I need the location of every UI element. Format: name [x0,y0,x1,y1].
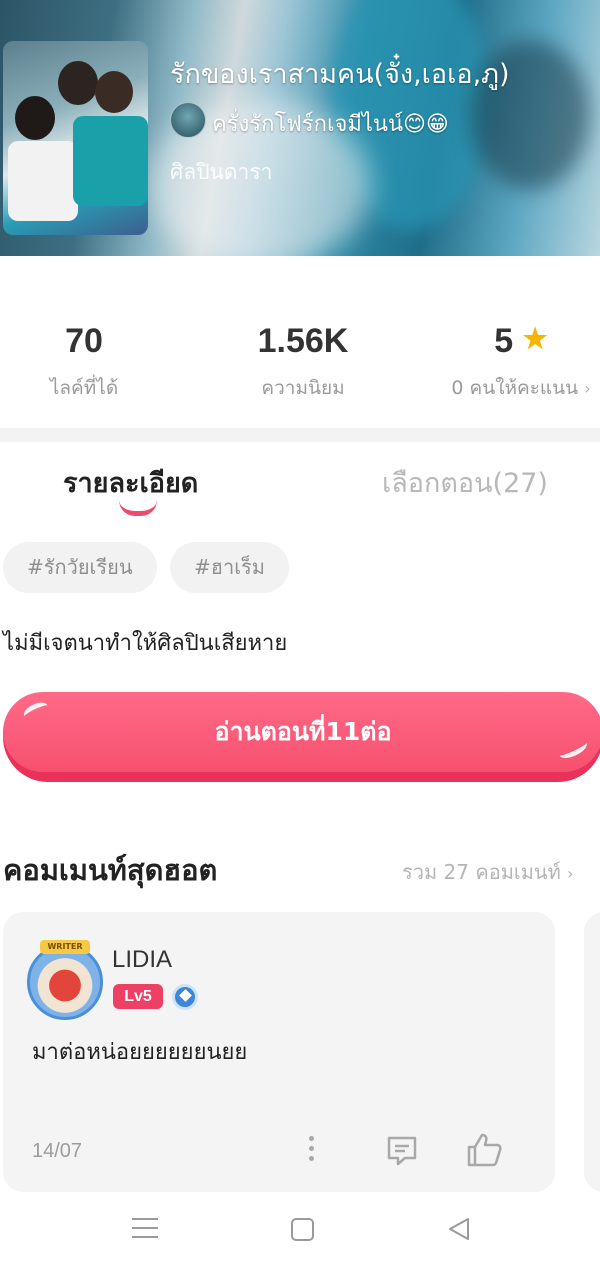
recent-apps-icon[interactable] [132,1218,158,1240]
rating-value: 5 [494,322,514,360]
likes-value: 70 [65,322,103,360]
comments-total: รวม 27 คอมเมนท์ [402,860,561,884]
next-comment-card[interactable] [584,912,600,1192]
story-title: รักของเราสามคน(จั๋ง,เอเอ,ภู) [170,59,510,90]
comment-text: มาต่อหน่อยยยยยยนยย [32,1040,248,1065]
reply-icon[interactable] [385,1134,419,1168]
author-name[interactable]: ครั่งรักโฟร์กเจมีไนน์😊😁 [212,106,449,141]
tag-chip[interactable]: #ฮาเร็ม [170,542,289,593]
popularity-stat: 1.56K ความนิยม [222,322,384,403]
author-avatar[interactable] [170,102,206,138]
writer-badge: WRITER [40,940,90,954]
story-stats: 70 ไลค์ที่ได้ 1.56K ความนิยม 5 ★ 0 คนให้… [0,256,600,428]
story-category[interactable]: ศิลปินดารา [170,156,272,189]
rating-label: 0 คนให้คะแนน [451,377,579,399]
all-comments-link[interactable]: รวม 27 คอมเมนท์ › [402,856,574,888]
more-options-icon[interactable] [307,1136,315,1166]
tab-details[interactable]: รายละเอียด [63,461,198,504]
popularity-value: 1.56K [257,322,349,360]
system-navigation-bar [0,1192,600,1268]
chevron-right-icon: › [584,379,591,398]
verified-icon [172,984,198,1010]
thumbs-up-icon[interactable] [465,1131,503,1169]
commenter-avatar[interactable]: WRITER [27,940,103,1020]
commenter-name[interactable]: LIDIA [112,946,172,974]
story-description: ไม่มีเจตนาทำให้ศิลปินเสียหาย [3,631,288,656]
home-icon[interactable] [291,1218,314,1241]
chevron-right-icon: › [567,864,574,883]
back-icon[interactable] [446,1216,472,1242]
continue-reading-button[interactable]: อ่านตอนที่11ต่อ [3,692,600,782]
likes-stat: 70 ไลค์ที่ได้ [24,322,144,403]
rating-stat[interactable]: 5 ★ 0 คนให้คะแนน › [446,322,596,403]
active-tab-indicator [119,500,157,516]
comment-date: 14/07 [32,1140,83,1162]
section-divider [0,428,600,442]
continue-reading-label: อ่านตอนที่11ต่อ [214,717,392,746]
level-badge: Lv5 [113,984,163,1009]
tab-episodes[interactable]: เลือกตอน(27) [382,461,548,504]
hot-comments-title: คอมเมนท์สุดฮอต [3,853,218,887]
likes-label: ไลค์ที่ได้ [49,377,119,399]
star-icon: ★ [522,323,548,354]
story-cover-image [3,41,148,235]
comment-card[interactable]: WRITER LIDIA Lv5 มาต่อหน่อยยยยยยนยย 14/0… [3,912,555,1192]
tag-chip[interactable]: #รักวัยเรียน [3,542,157,593]
popularity-label: ความนิยม [261,377,345,399]
story-header: รักของเราสามคน(จั๋ง,เอเอ,ภู) ครั่งรักโฟร… [0,0,600,256]
